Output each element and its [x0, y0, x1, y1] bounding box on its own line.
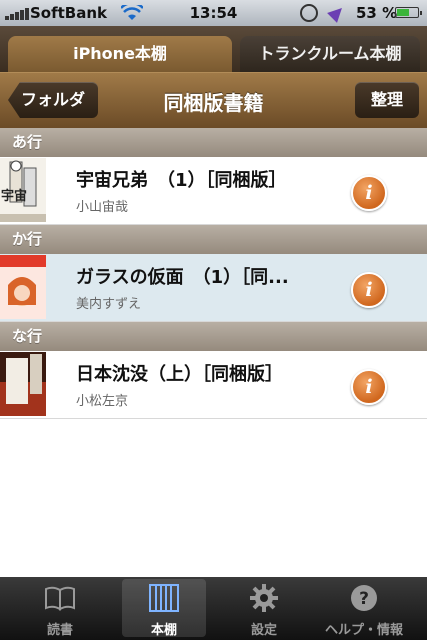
rotation-lock-icon: [300, 4, 318, 22]
organize-button[interactable]: 整理: [355, 82, 419, 118]
list-item[interactable]: 日本沈没（上）［同梱版］ 小松左京 i: [0, 351, 427, 419]
navigation-bar: フォルダ 同梱版書籍 整理: [0, 72, 427, 129]
battery-percent: 53 %: [356, 4, 398, 22]
book-title: 宇宙兄弟 （1）［同梱版］: [76, 170, 287, 191]
tab-label: 設定: [250, 623, 277, 638]
book-list: あ行 宇宙 宇宙兄弟 （1）［同梱版］ 小山宙哉 i か行 ガラスの仮面 （1）…: [0, 128, 427, 419]
list-item[interactable]: 宇宙 宇宙兄弟 （1）［同梱版］ 小山宙哉 i: [0, 157, 427, 225]
tab-reading[interactable]: 読書: [18, 579, 102, 638]
info-button-icon[interactable]: i: [351, 369, 387, 405]
tab-label: 読書: [46, 623, 73, 638]
bottom-tab-bar: 読書 本棚 設定 ? ヘルプ・情報: [0, 577, 427, 640]
battery-icon: [395, 7, 422, 18]
tab-help-info[interactable]: ? ヘルプ・情報: [322, 579, 406, 638]
book-cover-image: 宇宙: [0, 158, 46, 222]
folder-back-button[interactable]: フォルダ: [8, 82, 98, 118]
book-author: 小山宙哉: [76, 200, 129, 215]
bookshelf-icon: [149, 584, 179, 612]
status-bar: SoftBank 13:54 53 %: [0, 0, 427, 26]
list-item[interactable]: ガラスの仮面 （1）［同... 美内すずえ i: [0, 254, 427, 322]
book-cover-image: [0, 352, 46, 416]
tab-iphone-shelf[interactable]: iPhone本棚: [8, 36, 232, 72]
tab-settings[interactable]: 設定: [222, 579, 306, 638]
book-cover-image: [0, 255, 46, 319]
gear-icon: [250, 584, 278, 612]
svg-text:宇宙: 宇宙: [1, 188, 27, 204]
tab-label: 本棚: [150, 623, 177, 638]
book-author: 小松左京: [76, 394, 129, 409]
book-title: ガラスの仮面 （1）［同...: [76, 267, 289, 288]
info-button-icon[interactable]: i: [351, 272, 387, 308]
help-icon: ?: [351, 585, 377, 611]
section-header-a: あ行: [0, 128, 427, 157]
section-header-na: な行: [0, 322, 427, 351]
book-title: 日本沈没（上）［同梱版］: [76, 364, 283, 385]
info-button-icon[interactable]: i: [351, 175, 387, 211]
section-header-ka: か行: [0, 225, 427, 254]
book-author: 美内すずえ: [76, 297, 142, 312]
tab-label: ヘルプ・情報: [324, 623, 403, 638]
shelf-tabs: iPhone本棚 トランクルーム本棚: [0, 26, 427, 72]
tab-bookshelf[interactable]: 本棚: [122, 579, 206, 638]
page-title: 同梱版書籍: [163, 91, 264, 115]
tab-trunkroom-shelf[interactable]: トランクルーム本棚: [240, 36, 420, 72]
book-icon: [45, 586, 75, 611]
svg-text:?: ?: [359, 589, 369, 609]
